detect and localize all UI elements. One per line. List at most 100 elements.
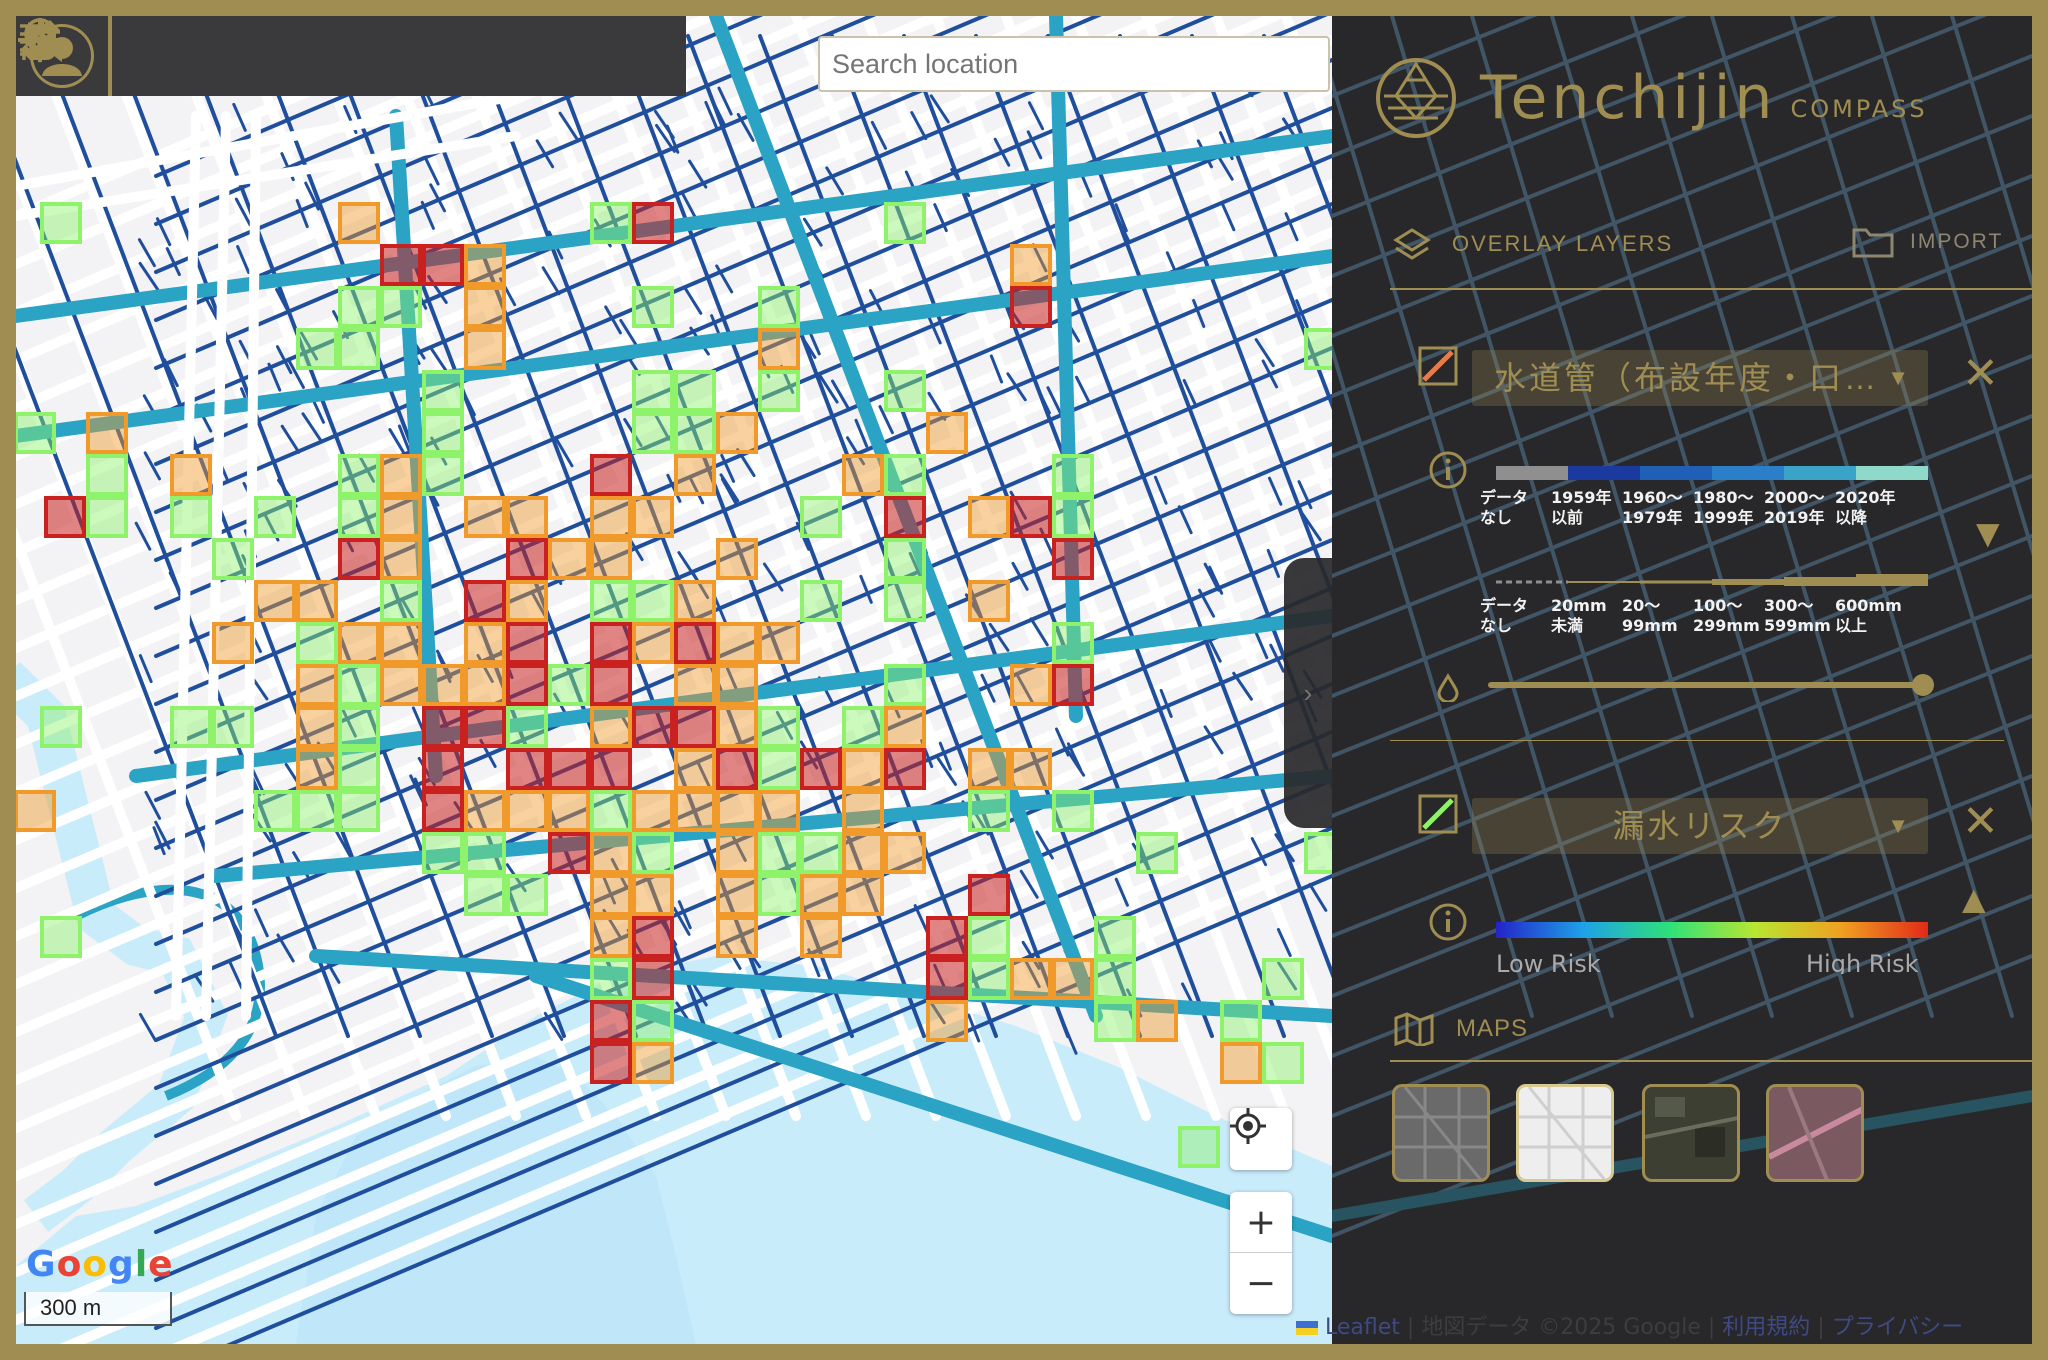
layer1-select[interactable]: 水道管（布設年度・口… ▼	[1472, 350, 1928, 406]
high-risk-cell[interactable]	[674, 622, 716, 664]
basemap-thumb-gray[interactable]	[1392, 1084, 1490, 1182]
high-risk-cell[interactable]	[464, 580, 506, 622]
low-risk-cell[interactable]	[338, 496, 380, 538]
medium-risk-cell[interactable]	[716, 622, 758, 664]
medium-risk-cell[interactable]	[16, 790, 56, 832]
high-risk-cell[interactable]	[422, 244, 464, 286]
low-risk-cell[interactable]	[590, 202, 632, 244]
medium-risk-cell[interactable]	[716, 832, 758, 874]
low-risk-cell[interactable]	[590, 958, 632, 1000]
high-risk-cell[interactable]	[632, 916, 674, 958]
high-risk-cell[interactable]	[884, 748, 926, 790]
low-risk-cell[interactable]	[212, 706, 254, 748]
low-risk-cell[interactable]	[212, 538, 254, 580]
medium-risk-cell[interactable]	[380, 664, 422, 706]
low-risk-cell[interactable]	[632, 1000, 674, 1042]
medium-risk-cell[interactable]	[212, 622, 254, 664]
high-risk-cell[interactable]	[926, 958, 968, 1000]
medium-risk-cell[interactable]	[842, 832, 884, 874]
low-risk-cell[interactable]	[1094, 1000, 1136, 1042]
medium-risk-cell[interactable]	[1136, 1000, 1178, 1042]
medium-risk-cell[interactable]	[464, 328, 506, 370]
high-risk-cell[interactable]	[338, 538, 380, 580]
medium-risk-cell[interactable]	[1010, 958, 1052, 1000]
leaflet-link[interactable]: Leaflet	[1325, 1315, 1400, 1340]
low-risk-cell[interactable]	[800, 580, 842, 622]
low-risk-cell[interactable]	[338, 748, 380, 790]
low-risk-cell[interactable]	[380, 286, 422, 328]
low-risk-cell[interactable]	[1262, 958, 1304, 1000]
medium-risk-cell[interactable]	[464, 790, 506, 832]
medium-risk-cell[interactable]	[464, 244, 506, 286]
basemap-thumb-hazard[interactable]	[1766, 1084, 1864, 1182]
low-risk-cell[interactable]	[884, 538, 926, 580]
map-view[interactable]: + − Google 300 m	[16, 16, 1332, 1344]
medium-risk-cell[interactable]	[632, 790, 674, 832]
medium-risk-cell[interactable]	[380, 538, 422, 580]
low-risk-cell[interactable]	[506, 706, 548, 748]
medium-risk-cell[interactable]	[590, 538, 632, 580]
low-risk-cell[interactable]	[464, 832, 506, 874]
low-risk-cell[interactable]	[464, 874, 506, 916]
low-risk-cell[interactable]	[1052, 790, 1094, 832]
pan-tool-button[interactable]	[24, 20, 190, 87]
high-risk-cell[interactable]	[1052, 538, 1094, 580]
layer1-info-icon[interactable]	[1428, 450, 1468, 490]
low-risk-cell[interactable]	[40, 916, 82, 958]
low-risk-cell[interactable]	[632, 412, 674, 454]
search-location-input[interactable]	[818, 36, 1330, 92]
high-risk-cell[interactable]	[632, 706, 674, 748]
medium-risk-cell[interactable]	[716, 790, 758, 832]
remove-layer1-button[interactable]: ✕	[1962, 348, 1999, 399]
low-risk-cell[interactable]	[758, 832, 800, 874]
low-risk-cell[interactable]	[758, 748, 800, 790]
low-risk-cell[interactable]	[590, 790, 632, 832]
low-risk-cell[interactable]	[842, 706, 884, 748]
low-risk-cell[interactable]	[338, 790, 380, 832]
medium-risk-cell[interactable]	[548, 790, 590, 832]
remove-layer2-button[interactable]: ✕	[1962, 796, 1999, 847]
low-risk-cell[interactable]	[1094, 958, 1136, 1000]
medium-risk-cell[interactable]	[464, 622, 506, 664]
basemap-thumb-satellite[interactable]	[1642, 1084, 1740, 1182]
medium-risk-cell[interactable]	[632, 496, 674, 538]
medium-risk-cell[interactable]	[464, 496, 506, 538]
layer2-select[interactable]: 漏水リスク ▼	[1472, 798, 1928, 854]
medium-risk-cell[interactable]	[968, 748, 1010, 790]
low-risk-cell[interactable]	[548, 664, 590, 706]
medium-risk-cell[interactable]	[464, 286, 506, 328]
low-risk-cell[interactable]	[86, 496, 128, 538]
low-risk-cell[interactable]	[674, 370, 716, 412]
low-risk-cell[interactable]	[758, 706, 800, 748]
layer2-info-icon[interactable]	[1428, 902, 1468, 942]
low-risk-cell[interactable]	[380, 580, 422, 622]
opacity-slider-handle[interactable]	[1912, 674, 1934, 696]
low-risk-cell[interactable]	[884, 580, 926, 622]
high-risk-cell[interactable]	[884, 496, 926, 538]
low-risk-cell[interactable]	[1262, 1042, 1304, 1084]
medium-risk-cell[interactable]	[338, 622, 380, 664]
medium-risk-cell[interactable]	[590, 874, 632, 916]
medium-risk-cell[interactable]	[716, 916, 758, 958]
high-risk-cell[interactable]	[506, 622, 548, 664]
medium-risk-cell[interactable]	[716, 874, 758, 916]
low-risk-cell[interactable]	[884, 370, 926, 412]
low-risk-cell[interactable]	[296, 790, 338, 832]
high-risk-cell[interactable]	[506, 664, 548, 706]
pipe-leak-tool-button[interactable]	[20, 24, 658, 87]
low-risk-cell[interactable]	[254, 496, 296, 538]
medium-risk-cell[interactable]	[380, 496, 422, 538]
low-risk-cell[interactable]	[884, 454, 926, 496]
low-risk-cell[interactable]	[86, 454, 128, 496]
low-risk-cell[interactable]	[506, 874, 548, 916]
low-risk-cell[interactable]	[1178, 1126, 1220, 1168]
medium-risk-cell[interactable]	[716, 664, 758, 706]
area-select-tool-button[interactable]	[18, 18, 346, 87]
low-risk-cell[interactable]	[422, 454, 464, 496]
medium-risk-cell[interactable]	[422, 664, 464, 706]
low-risk-cell[interactable]	[758, 370, 800, 412]
low-risk-cell[interactable]	[40, 706, 82, 748]
high-risk-cell[interactable]	[464, 706, 506, 748]
low-risk-cell[interactable]	[422, 832, 464, 874]
high-risk-cell[interactable]	[590, 454, 632, 496]
